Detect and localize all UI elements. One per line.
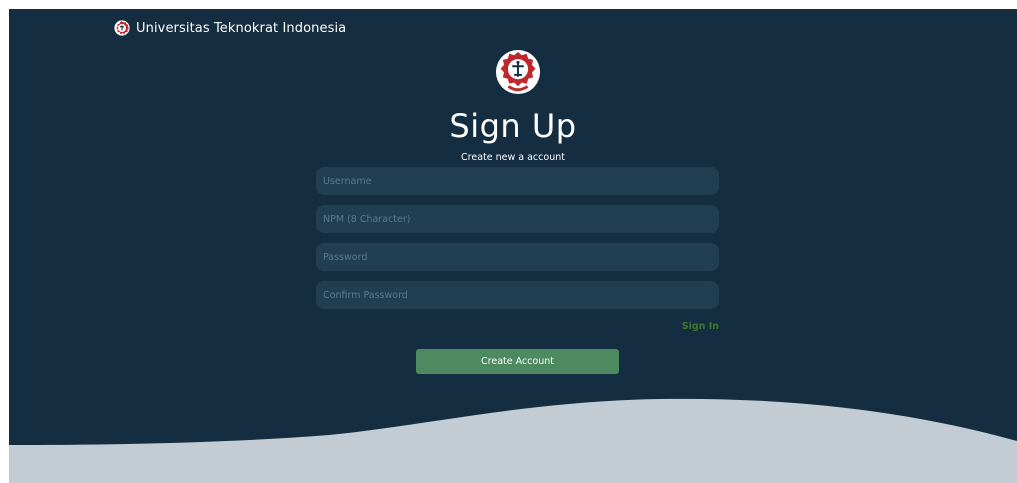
- password-input[interactable]: [316, 243, 719, 271]
- page-subtitle: Create new a account: [461, 152, 565, 163]
- page-frame: Universitas Teknokrat Indonesia Sign Up …: [9, 9, 1017, 483]
- create-account-button[interactable]: Create Account: [416, 349, 619, 374]
- brand: Universitas Teknokrat Indonesia: [114, 20, 346, 36]
- brand-name: Universitas Teknokrat Indonesia: [136, 20, 347, 36]
- university-seal-icon: [114, 20, 130, 36]
- npm-input[interactable]: [316, 205, 719, 233]
- university-seal-logo: [495, 49, 541, 95]
- confirm-password-input[interactable]: [316, 281, 719, 309]
- username-input[interactable]: [316, 167, 719, 195]
- page-title: Sign Up: [449, 107, 577, 145]
- sign-in-link[interactable]: Sign In: [681, 321, 719, 332]
